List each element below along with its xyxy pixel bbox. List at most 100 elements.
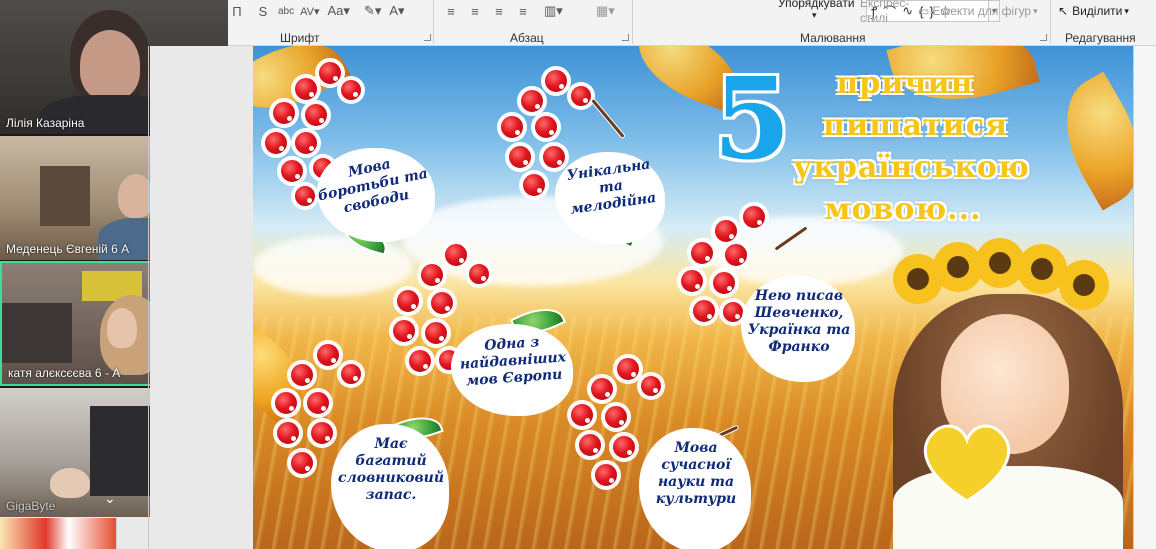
paragraph-tools-row: ≡ ≡ ≡ ≡ ▥▾ xyxy=(442,0,565,22)
drawing-dialog-launcher-icon[interactable] xyxy=(1040,34,1047,41)
shape-effects-icon: ▭ xyxy=(918,4,930,18)
quick-styles-button[interactable]: Експрес-стилі xyxy=(860,0,910,25)
twig xyxy=(590,97,626,140)
sunflower-icon xyxy=(1059,260,1109,310)
berry xyxy=(615,356,641,382)
justify-icon[interactable]: ≡ xyxy=(514,1,532,21)
caption-line: багатий xyxy=(355,453,427,469)
caption-line: культури xyxy=(655,491,737,507)
title-line: мовою... xyxy=(824,192,982,227)
editor-margin xyxy=(150,46,253,549)
caption-line: Українка та xyxy=(747,322,851,338)
chevron-down-icon[interactable]: ⌄ xyxy=(104,490,116,507)
shape-effects-button[interactable]: ▭ Ефекти для фігур ▾ xyxy=(918,0,1038,22)
title-number: 5 xyxy=(713,54,791,185)
reason-caption: Одна з найдавніших мов Європи xyxy=(455,332,570,391)
berry xyxy=(741,204,767,230)
berry xyxy=(305,390,331,416)
text-box-tools: ▦▾ xyxy=(594,0,617,22)
arrange-chevron-icon: ▾ xyxy=(812,10,817,20)
berry xyxy=(689,240,715,266)
berry xyxy=(577,432,603,458)
highlight-icon[interactable]: ✎▾ xyxy=(362,1,383,21)
berry xyxy=(273,390,299,416)
berry xyxy=(263,130,289,156)
caption-line: науки та xyxy=(657,474,735,490)
berry xyxy=(419,262,445,288)
participant-face xyxy=(50,468,90,498)
reason-caption: Має багатий словниковий запас. xyxy=(335,436,447,504)
align-left-icon[interactable]: ≡ xyxy=(442,1,460,21)
berry xyxy=(499,114,525,140)
change-case-icon[interactable]: Aa▾ xyxy=(326,1,352,21)
caption-line: сучасної xyxy=(661,457,731,473)
title-line: українською xyxy=(793,150,1030,185)
shape-effects-chevron-icon: ▾ xyxy=(1033,5,1038,16)
shape-effects-label: Ефекти для фігур xyxy=(932,4,1032,18)
participant-name: Лілія Казаріна xyxy=(6,116,85,130)
paragraph-group-label: Абзац xyxy=(510,31,544,45)
berry xyxy=(543,68,569,94)
berry xyxy=(293,76,319,102)
berry xyxy=(723,242,749,268)
berry xyxy=(639,374,663,398)
pane-divider[interactable] xyxy=(148,46,149,549)
arrange-button[interactable]: Упорядкувати ▾ xyxy=(778,0,855,20)
berry xyxy=(467,262,491,286)
shadow-text-icon[interactable]: S xyxy=(254,1,272,21)
character-spacing-icon[interactable]: AV▾ xyxy=(298,1,321,21)
berry xyxy=(711,270,737,296)
font-color-icon[interactable]: A▾ xyxy=(387,1,406,21)
editing-group-label: Редагування xyxy=(1065,31,1136,45)
berry xyxy=(271,100,297,126)
berry xyxy=(541,144,567,170)
font-group-label: Шрифт xyxy=(280,31,320,45)
smartart-icon[interactable]: ▦▾ xyxy=(594,1,617,21)
ribbon-separator xyxy=(1050,0,1051,44)
berry xyxy=(569,402,595,428)
slide-thumbnail[interactable] xyxy=(0,518,116,549)
slide-canvas[interactable]: 5 причин пишатися українською мовою... М… xyxy=(253,46,1133,549)
participant-name: GigaByte xyxy=(6,499,56,513)
berry xyxy=(443,242,469,268)
participant-face xyxy=(80,30,140,100)
select-chevron-icon: ▾ xyxy=(1124,5,1129,16)
quick-styles-label: Експрес-стилі xyxy=(860,0,910,25)
columns-icon[interactable]: ▥▾ xyxy=(542,1,565,21)
font-dialog-launcher-icon[interactable] xyxy=(424,34,431,41)
align-center-icon[interactable]: ≡ xyxy=(466,1,484,21)
berry xyxy=(721,300,745,324)
autumn-leaf xyxy=(1042,71,1133,211)
caption-line: Мова xyxy=(674,440,718,456)
berry xyxy=(391,318,417,344)
paragraph-dialog-launcher-icon[interactable] xyxy=(622,34,629,41)
caption-line: Шевченко, xyxy=(754,305,844,321)
thumbnail-pane xyxy=(116,517,150,549)
berry xyxy=(533,114,559,140)
berry xyxy=(339,362,363,386)
berry xyxy=(603,404,629,430)
berry xyxy=(593,462,619,488)
berry xyxy=(303,102,329,128)
heart-icon xyxy=(923,424,1011,503)
ribbon-separator xyxy=(433,0,434,44)
caption-line: Має xyxy=(374,436,408,452)
berry xyxy=(519,88,545,114)
font-tools-row: Π S abc AV▾ Aa▾ ✎▾ A▾ xyxy=(228,0,407,22)
cloud xyxy=(253,236,413,296)
participant-name: катя алєксєєва 6 - А xyxy=(8,366,121,380)
berry xyxy=(395,288,421,314)
berry xyxy=(507,144,533,170)
strikethrough-icon[interactable]: abc xyxy=(276,1,296,21)
berry xyxy=(309,420,335,446)
paragraph-mark-icon[interactable]: Π xyxy=(228,1,246,21)
ribbon: Π S abc AV▾ Aa▾ ✎▾ A▾ ≡ ≡ ≡ ≡ ▥▾ ▦▾ ꝭ ⌒ … xyxy=(228,0,1156,46)
berry xyxy=(339,78,363,102)
berry xyxy=(317,60,343,86)
editor-right-margin xyxy=(1133,46,1156,549)
align-right-icon[interactable]: ≡ xyxy=(490,1,508,21)
berry xyxy=(429,290,455,316)
berry xyxy=(611,434,637,460)
arrange-label: Упорядкувати xyxy=(778,0,855,10)
select-button[interactable]: ↖ Виділити ▾ xyxy=(1058,0,1129,22)
